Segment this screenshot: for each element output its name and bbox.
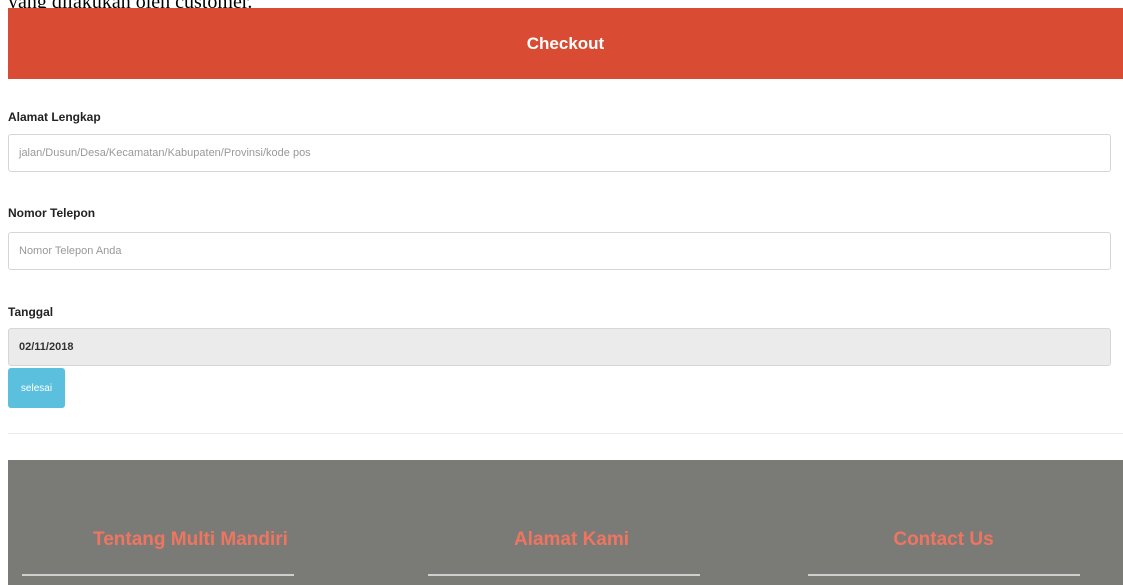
page-title: Checkout bbox=[526, 33, 605, 53]
footer-column-about: Tentang Multi Mandiri bbox=[54, 529, 327, 551]
footer: Tentang Multi Mandiri Alamat Kami Contac… bbox=[8, 460, 1123, 585]
checkout-header: Checkout bbox=[8, 8, 1123, 79]
address-label: Alamat Lengkap bbox=[8, 110, 101, 124]
address-field[interactable]: jalan/Dusun/Desa/Kecamatan/Kabupaten/Pro… bbox=[8, 134, 1111, 172]
content-divider bbox=[8, 433, 1123, 434]
footer-divider-about bbox=[22, 574, 294, 576]
date-field[interactable]: 02/11/2018 bbox=[8, 328, 1111, 366]
footer-divider-contact bbox=[808, 574, 1080, 576]
phone-label: Nomor Telepon bbox=[8, 206, 96, 220]
phone-field[interactable]: Nomor Telepon Anda bbox=[8, 232, 1111, 270]
footer-title-contact: Contact Us bbox=[893, 529, 994, 550]
footer-title-about: Tentang Multi Mandiri bbox=[93, 529, 288, 550]
date-label: Tanggal bbox=[8, 305, 54, 319]
footer-column-address: Alamat Kami bbox=[435, 529, 708, 551]
finish-button[interactable]: selesai bbox=[8, 368, 65, 408]
footer-title-address: Alamat Kami bbox=[513, 529, 630, 550]
document-caption-text: yang dilakukan oleh customer. bbox=[8, 0, 252, 8]
footer-column-contact: Contact Us bbox=[807, 529, 1080, 551]
footer-divider-address bbox=[428, 574, 700, 576]
